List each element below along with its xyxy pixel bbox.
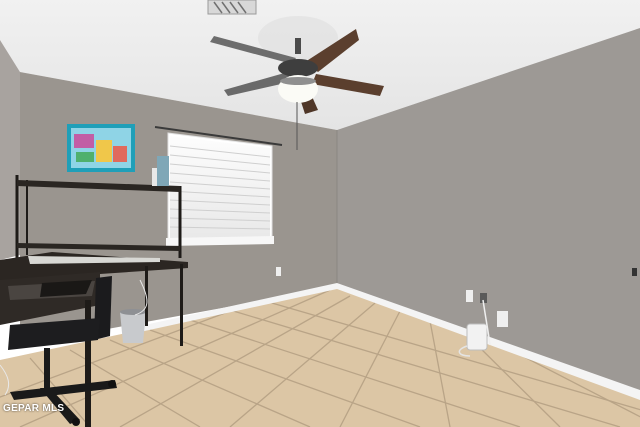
wastebasket xyxy=(120,309,146,343)
door-hinge xyxy=(632,268,637,276)
ceiling-vent xyxy=(207,0,257,15)
watermark-logo: GEPAR MLS xyxy=(3,403,65,414)
outlet-right-wall-1 xyxy=(466,290,473,302)
outlet-right-wall-2 xyxy=(497,311,508,327)
outlet-back-wall xyxy=(276,267,281,276)
room-scene: GEPAR MLS xyxy=(0,0,640,427)
wall-artwork xyxy=(67,124,135,172)
shelf-book xyxy=(157,156,169,186)
room-illustration xyxy=(0,0,640,427)
shelf-item xyxy=(152,168,157,186)
window-blinds xyxy=(166,132,274,246)
